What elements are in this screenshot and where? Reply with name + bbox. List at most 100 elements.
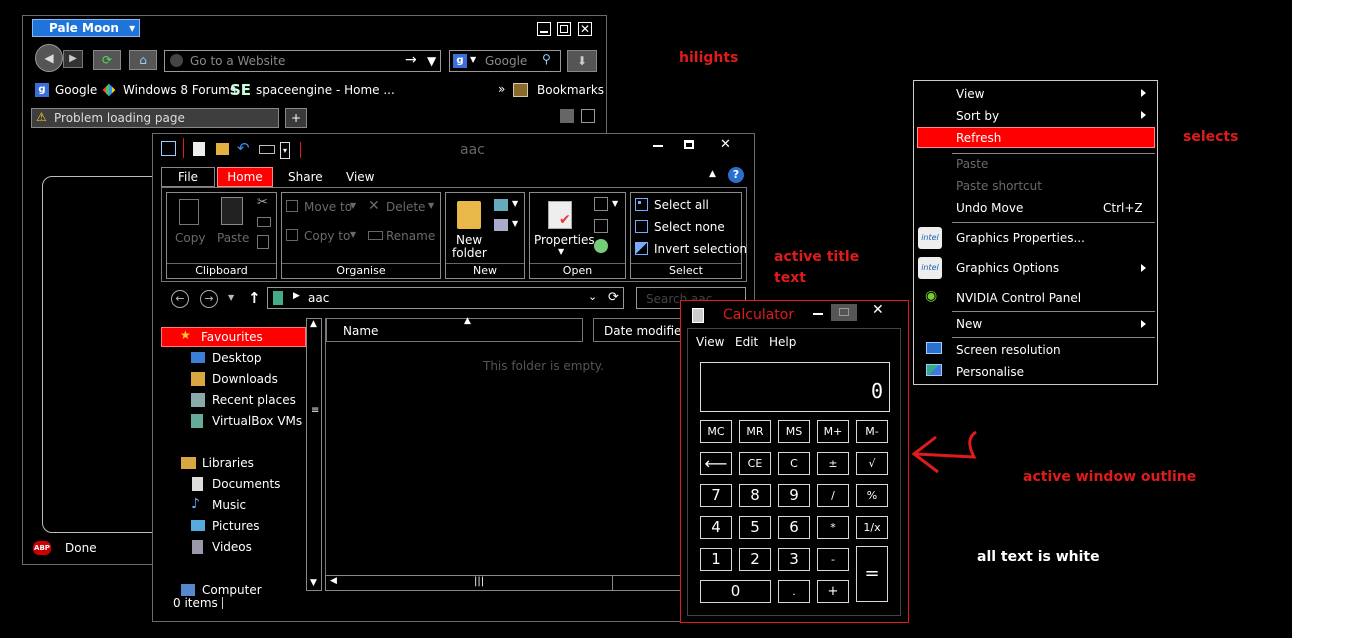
scroll-down-icon[interactable]: ▼ — [310, 578, 317, 588]
nav-item-virtualbox-vms[interactable]: VirtualBox VMs — [189, 413, 309, 431]
m-minus-button[interactable]: M- — [856, 420, 888, 443]
menu-item-undo-move[interactable]: Undo Move — [956, 201, 1023, 215]
new-folder-qa-icon[interactable] — [216, 143, 229, 155]
sqrt-button[interactable]: √ — [856, 452, 888, 475]
cut-icon[interactable]: ✂ — [257, 195, 268, 210]
forward-button[interactable]: ▶ — [63, 50, 83, 68]
scroll-left-icon[interactable]: ◀ — [330, 576, 337, 586]
new-item-icon[interactable] — [494, 199, 508, 211]
url-dropdown-icon[interactable]: ▼ — [427, 54, 436, 68]
customize-qa-icon[interactable]: ▾ — [280, 142, 290, 159]
digit-1-button[interactable]: 1 — [700, 548, 732, 571]
calculator-app-icon[interactable] — [692, 308, 704, 323]
minimize-button[interactable] — [537, 22, 551, 36]
paste-button[interactable]: Paste — [213, 195, 251, 250]
scroll-grip-icon[interactable]: ||| — [474, 576, 484, 587]
calc-maximize-button[interactable] — [831, 304, 857, 321]
calc-close-button[interactable]: ✕ — [872, 302, 884, 318]
digit-4-button[interactable]: 4 — [700, 516, 732, 539]
menu-item-sort-by[interactable]: Sort by — [956, 109, 999, 123]
divide-button[interactable]: / — [817, 484, 849, 507]
negate-button[interactable]: ± — [817, 452, 849, 475]
tab-home[interactable]: Home — [217, 167, 273, 187]
paste-shortcut-icon[interactable] — [257, 235, 269, 249]
properties-button[interactable]: ✔ Properties ▼ — [532, 195, 595, 261]
copy-path-icon[interactable] — [257, 217, 271, 227]
engine-chevron-icon[interactable]: ▼ — [470, 55, 476, 64]
delete-button[interactable]: ✕ Delete ▼ — [368, 198, 438, 215]
app-menu-button[interactable]: Pale Moon ▾ — [32, 19, 140, 37]
ms-button[interactable]: MS — [778, 420, 810, 443]
m-plus-button[interactable]: M+ — [817, 420, 849, 443]
reciprocal-button[interactable]: 1/x — [856, 516, 888, 539]
menu-item-graphics-properties[interactable]: Graphics Properties... — [956, 231, 1085, 245]
copy-to-button[interactable]: Copy to ▼ — [284, 228, 360, 244]
nav-item-downloads[interactable]: Downloads — [189, 371, 299, 389]
nav-scrollbar[interactable]: ▲ ≡ ▼ — [306, 318, 322, 591]
download-button[interactable]: ⬇ — [567, 50, 597, 72]
multiply-button[interactable]: * — [817, 516, 849, 539]
digit-7-button[interactable]: 7 — [700, 484, 732, 507]
menu-item-view[interactable]: View — [956, 87, 984, 101]
digit-9-button[interactable]: 9 — [778, 484, 810, 507]
clear-button[interactable]: C — [778, 452, 810, 475]
search-icon[interactable]: ⚲ — [542, 52, 551, 66]
column-header-date[interactable]: Date modified — [593, 318, 689, 342]
nav-item-computer[interactable]: Computer — [179, 581, 289, 597]
address-bar[interactable]: ▶ aac ⌄ ⟳ — [267, 287, 624, 309]
file-list[interactable]: ▲ Name Date modified This folder is empt… — [325, 316, 689, 591]
maximize-button[interactable] — [557, 22, 571, 36]
rename-button[interactable]: Rename — [368, 228, 438, 244]
select-all-button[interactable]: Select all — [635, 197, 739, 213]
backspace-button[interactable]: ⟵ — [700, 452, 732, 475]
digit-0-button[interactable]: 0 — [700, 580, 771, 603]
menu-item-personalise[interactable]: Personalise — [956, 365, 1024, 379]
explorer-close-button[interactable]: ✕ — [720, 137, 731, 152]
scroll-up-icon[interactable]: ▲ — [310, 319, 317, 329]
mc-button[interactable]: MC — [700, 420, 732, 443]
menu-item-paste-shortcut[interactable]: Paste shortcut — [956, 179, 1042, 193]
chevron-down-icon[interactable]: ▼ — [612, 199, 618, 208]
nav-item-videos[interactable]: Videos — [189, 539, 299, 557]
up-arrow-icon[interactable]: ↑ — [248, 289, 261, 307]
menu-item-paste[interactable]: Paste — [956, 157, 988, 171]
select-none-button[interactable]: Select none — [635, 219, 739, 235]
percent-button[interactable]: % — [856, 484, 888, 507]
nav-item-libraries[interactable]: Libraries — [179, 455, 289, 473]
bookmarks-overflow-icon[interactable]: » — [498, 82, 505, 96]
easy-access-icon[interactable] — [494, 219, 508, 231]
recent-locations-icon[interactable]: ▼ — [228, 293, 234, 302]
undo-icon[interactable]: ↶ — [237, 139, 250, 157]
copy-button[interactable]: Copy — [171, 195, 209, 250]
ce-button[interactable]: CE — [739, 452, 771, 475]
explorer-minimize-button[interactable] — [653, 145, 663, 147]
new-tab-button[interactable]: + — [285, 108, 307, 128]
open-icon[interactable] — [594, 197, 608, 211]
google-engine-icon[interactable]: g — [453, 54, 467, 68]
calc-minimize-button[interactable] — [806, 305, 830, 321]
adblock-icon[interactable]: ABP — [33, 541, 51, 555]
help-icon[interactable]: ? — [728, 167, 744, 183]
equals-button[interactable]: = — [856, 546, 888, 602]
close-button[interactable]: ✕ — [578, 22, 592, 36]
tab-problem-loading[interactable]: ⚠ Problem loading page — [31, 108, 279, 128]
tab-file[interactable]: File — [161, 167, 215, 187]
scroll-grip-icon[interactable]: ≡ — [311, 405, 319, 416]
go-arrow-icon[interactable]: → — [405, 52, 417, 68]
digit-3-button[interactable]: 3 — [778, 548, 810, 571]
subtract-button[interactable]: - — [817, 548, 849, 571]
forward-arrow-icon[interactable]: → — [200, 290, 218, 308]
menu-item-nvidia-control-panel[interactable]: NVIDIA Control Panel — [956, 291, 1081, 305]
calc-menu-help[interactable]: Help — [769, 335, 796, 349]
nav-item-recent-places[interactable]: Recent places — [189, 392, 299, 410]
explorer-app-icon[interactable] — [161, 141, 176, 156]
chevron-down-icon[interactable]: ▼ — [512, 199, 518, 208]
add-button[interactable]: + — [817, 580, 849, 603]
back-arrow-icon[interactable]: ← — [171, 290, 189, 308]
new-folder-button[interactable]: New folder — [448, 195, 492, 260]
file-list-hscroll[interactable]: ◀ ||| — [325, 575, 685, 591]
calc-menu-edit[interactable]: Edit — [735, 335, 758, 349]
move-to-button[interactable]: Move to ▼ — [284, 199, 360, 215]
mr-button[interactable]: MR — [739, 420, 771, 443]
invert-selection-button[interactable]: Invert selection — [635, 241, 747, 257]
